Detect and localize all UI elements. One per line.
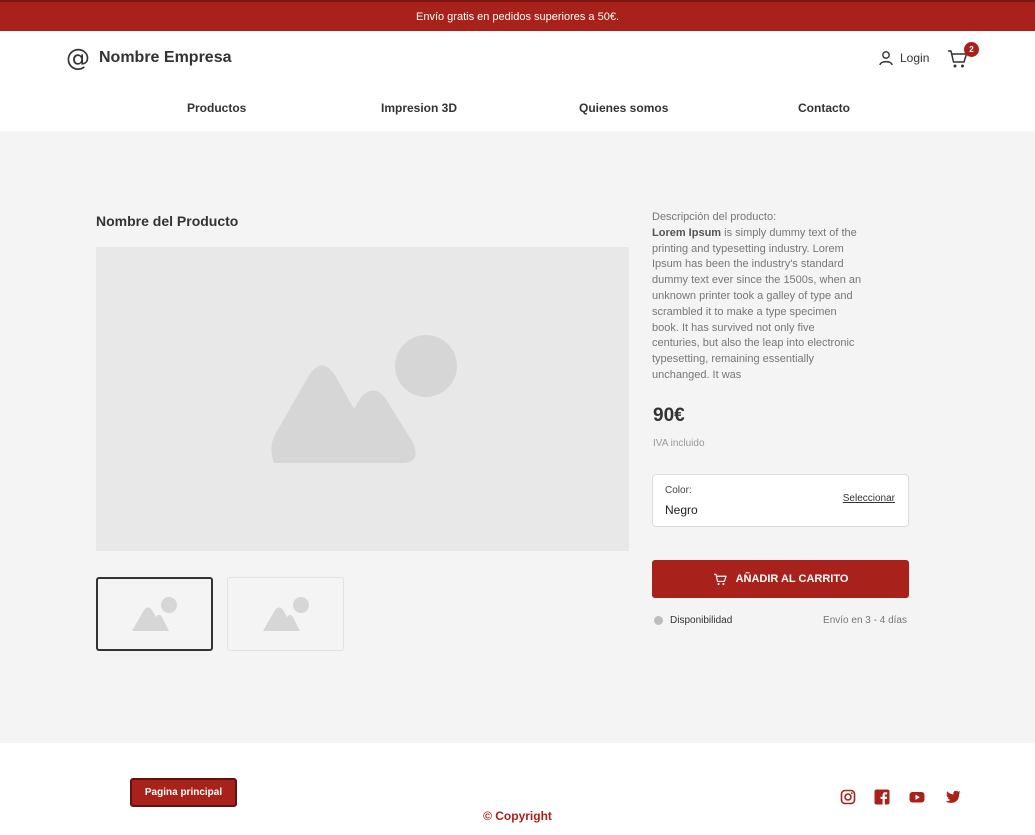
instagram-icon[interactable]: [840, 789, 856, 805]
image-placeholder-icon: [132, 597, 177, 631]
promo-text: Envío gratis en pedidos superiores a 50€…: [415, 10, 620, 23]
cart-icon: [713, 573, 727, 585]
home-page-button[interactable]: Pagina principal: [130, 778, 237, 807]
description-label: Descripción del producto:: [652, 211, 777, 223]
image-placeholder-icon: [271, 335, 457, 463]
nav-item-contacto[interactable]: Contacto: [798, 101, 850, 115]
promo-banner: Envío gratis en pedidos superiores a 50€…: [0, 0, 1035, 31]
user-icon: [879, 51, 893, 66]
image-placeholder-icon: [263, 597, 309, 631]
twitter-icon[interactable]: [945, 789, 961, 805]
availability-label: Disponibilidad: [670, 615, 733, 626]
nav-item-productos[interactable]: Productos: [187, 101, 246, 115]
description-bold: Lorem Ipsum: [652, 226, 722, 239]
description-text: is simply dummy text of the printing and…: [652, 226, 862, 381]
color-select-link[interactable]: Seleccionar: [843, 493, 895, 504]
product-title: Nombre del Producto: [96, 213, 239, 229]
product-section: Nombre del Producto Descripción del prod…: [0, 131, 1035, 743]
nav-item-impresion-3d[interactable]: Impresion 3D: [381, 101, 457, 115]
shipping-time: Envío en 3 - 4 días: [823, 615, 907, 626]
brand-name: Nombre Empresa: [99, 49, 232, 66]
product-description: Descripción del producto: Lorem Ipsum is…: [652, 210, 862, 384]
product-price: 90€: [653, 405, 685, 426]
thumbnail-2[interactable]: [227, 577, 344, 651]
cart-count-badge: 2: [964, 42, 979, 57]
color-value: Negro: [665, 503, 698, 517]
site-header: @ Nombre Empresa Login 2 Productos Impre…: [0, 31, 1035, 131]
youtube-icon[interactable]: [909, 789, 925, 805]
site-footer: Pagina principal © Copyright: [0, 743, 1035, 835]
brand-logo[interactable]: @ Nombre Empresa: [66, 46, 232, 70]
facebook-icon[interactable]: [874, 789, 890, 805]
product-main-image: [96, 247, 629, 551]
availability-dot: [654, 616, 663, 625]
availability-status: Disponibilidad: [654, 615, 732, 626]
thumbnail-1[interactable]: [96, 577, 213, 651]
at-sign-icon: @: [66, 44, 90, 72]
copyright-text: © Copyright: [483, 809, 552, 823]
add-to-cart-label: AÑADIR AL CARRITO: [735, 573, 849, 585]
login-label: Login: [900, 51, 930, 65]
nav-item-quienes-somos[interactable]: Quienes somos: [579, 101, 668, 115]
login-link[interactable]: Login: [878, 50, 929, 66]
color-label: Color:: [665, 485, 692, 496]
color-selector[interactable]: Color: Negro Seleccionar: [652, 474, 909, 527]
tax-note: IVA incluido: [653, 438, 705, 449]
add-to-cart-button[interactable]: AÑADIR AL CARRITO: [652, 560, 909, 598]
